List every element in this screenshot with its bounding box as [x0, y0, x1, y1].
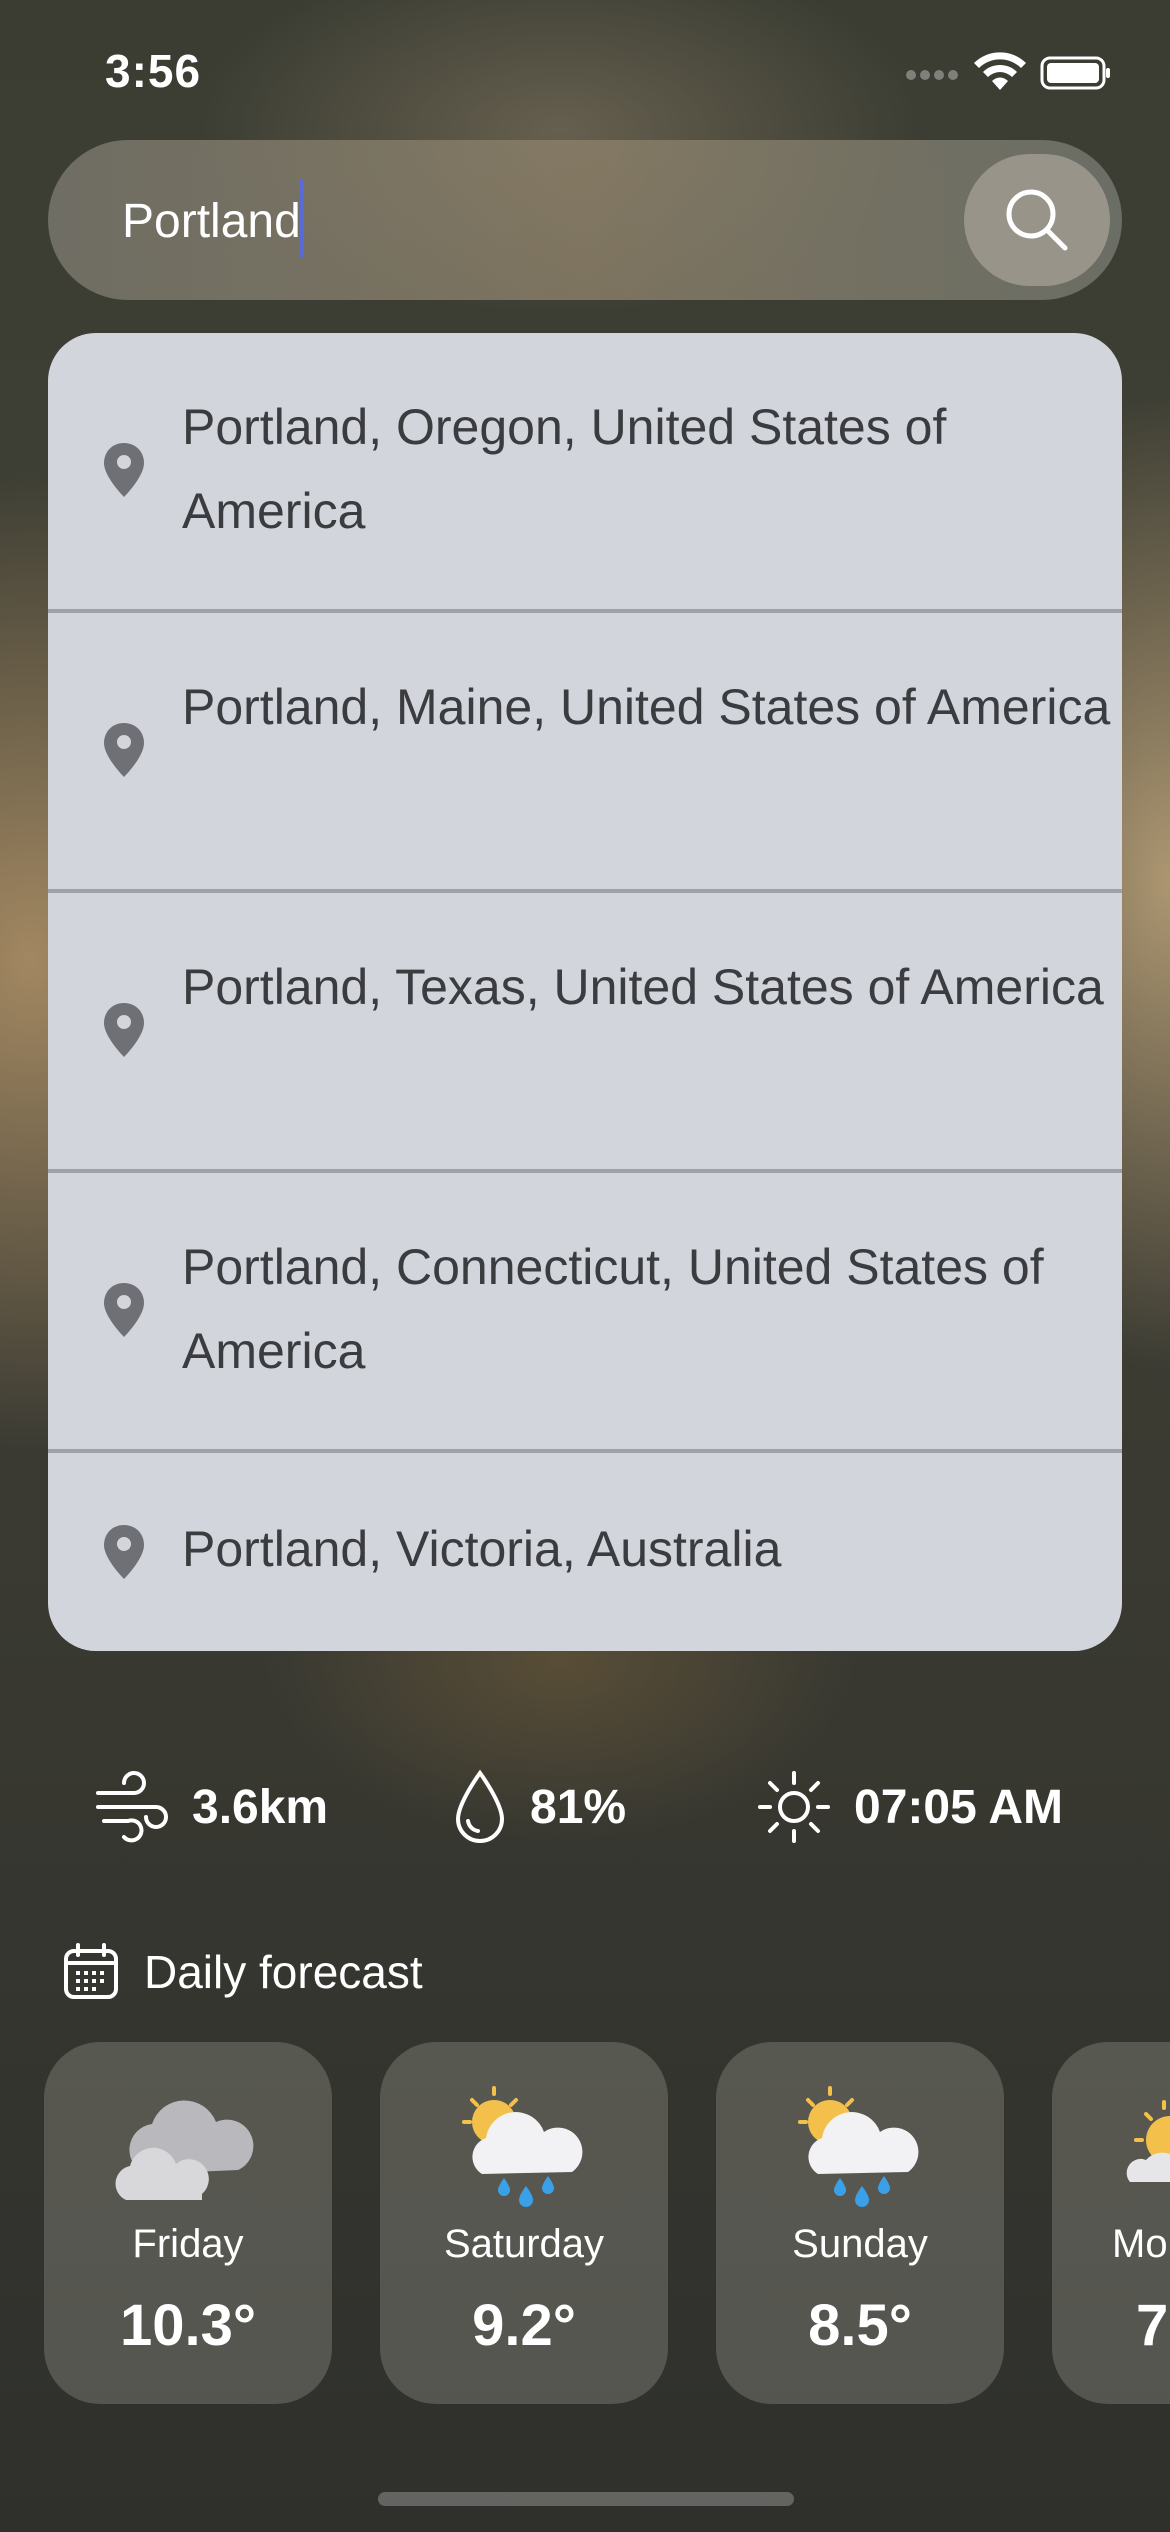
search-bar: [48, 140, 1122, 300]
forecast-day-card[interactable]: Saturday 9.2°: [380, 2042, 668, 2404]
suggestion-item[interactable]: Portland, Oregon, United States of Ameri…: [48, 333, 1122, 613]
location-pin-icon: [104, 1525, 144, 1579]
forecast-header: Daily forecast: [62, 1940, 423, 2004]
humidity-stat: 81%: [452, 1752, 626, 1862]
sun-icon: [758, 1771, 830, 1843]
suggestion-item[interactable]: Portland, Connecticut, United States of …: [48, 1173, 1122, 1453]
wind-value: 3.6km: [192, 1780, 329, 1834]
sunrise-value: 07:05 AM: [854, 1780, 1063, 1834]
search-icon: [1006, 189, 1068, 251]
wind-stat: 3.6km: [94, 1752, 328, 1862]
location-suggestions: Portland, Oregon, United States of Ameri…: [48, 333, 1122, 1651]
sun-cloud-rain-icon: [798, 2086, 919, 2207]
status-time: 3:56: [105, 45, 202, 97]
sun-cloud-rain-icon: [462, 2086, 583, 2207]
sun-cloud-icon: [1126, 2100, 1170, 2182]
battery-icon: [1040, 56, 1110, 90]
search-input[interactable]: [120, 180, 984, 262]
forecast-temp: 10.3°: [119, 2293, 257, 2358]
forecast-day-name: Mo: [1112, 2222, 1168, 2266]
location-pin-icon: [104, 1003, 144, 1057]
suggestion-item[interactable]: Portland, Maine, United States of Americ…: [48, 613, 1122, 893]
home-indicator[interactable]: [378, 2492, 794, 2506]
location-pin-icon: [104, 443, 144, 497]
forecast-day-card[interactable]: Mo 7: [1052, 2042, 1170, 2404]
forecast-day-name: Sunday: [792, 2222, 928, 2266]
location-pin-icon: [104, 1283, 144, 1337]
cellular-signal-icon: [906, 70, 962, 82]
cloudy-icon: [115, 2100, 254, 2200]
forecast-temp: 7: [1136, 2293, 1169, 2358]
suggestion-label: Portland, Connecticut, United States of …: [182, 1239, 1044, 1379]
wind-icon: [96, 1771, 168, 1843]
forecast-day-name: Friday: [132, 2222, 244, 2266]
suggestion-label: Portland, Texas, United States of Americ…: [182, 959, 1104, 1015]
wifi-icon: [974, 52, 1026, 90]
forecast-temp: 9.2°: [472, 2293, 576, 2358]
search-button[interactable]: [964, 154, 1110, 286]
location-pin-icon: [104, 723, 144, 777]
suggestion-label: Portland, Victoria, Australia: [182, 1521, 782, 1577]
suggestion-label: Portland, Oregon, United States of Ameri…: [182, 399, 947, 539]
suggestion-label: Portland, Maine, United States of Americ…: [182, 679, 1111, 735]
suggestion-item[interactable]: Portland, Texas, United States of Americ…: [48, 893, 1122, 1173]
forecast-day-card[interactable]: Sunday 8.5°: [716, 2042, 1004, 2404]
forecast-day-name: Saturday: [443, 2222, 605, 2266]
forecast-title: Daily forecast: [144, 1946, 423, 1998]
suggestion-item[interactable]: Portland, Victoria, Australia: [48, 1453, 1122, 1651]
sunrise-stat: 07:05 AM: [756, 1752, 1063, 1862]
humidity-value: 81%: [530, 1780, 627, 1834]
text-caret: [300, 180, 304, 258]
status-bar: 3:56: [0, 0, 1170, 150]
calendar-icon: [64, 1943, 118, 1999]
weather-stats: 3.6km 81% 07:05 AM: [0, 1752, 1170, 1862]
forecast-temp: 8.5°: [808, 2293, 912, 2358]
forecast-day-card[interactable]: Friday 10.3°: [44, 2042, 332, 2404]
droplet-icon: [455, 1769, 505, 1843]
